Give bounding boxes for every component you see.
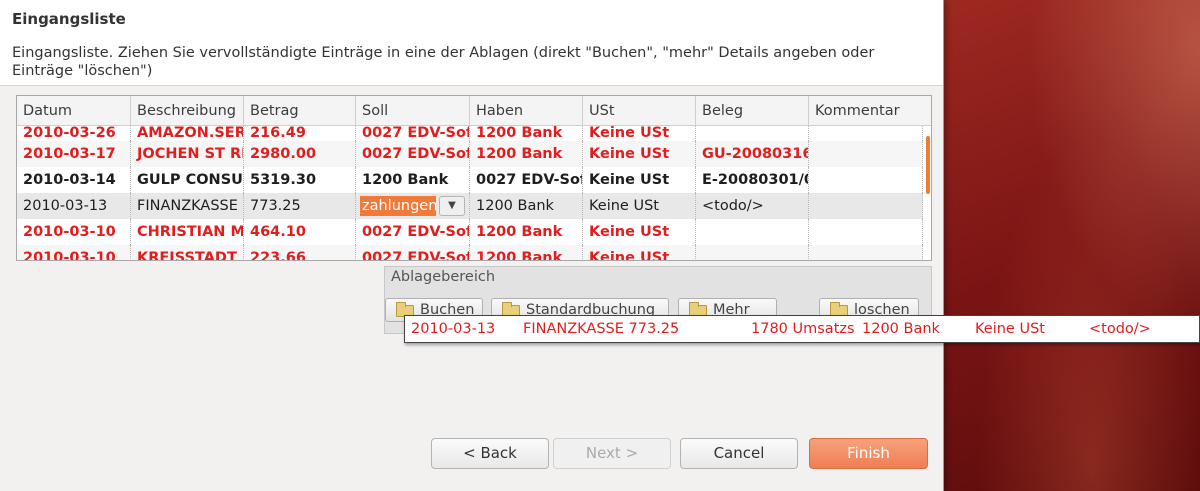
page-title: Eingangsliste	[12, 10, 126, 28]
cell-ust[interactable]: Keine USt	[583, 141, 696, 167]
cell-beleg[interactable]	[696, 126, 809, 141]
drag-beleg: <todo/>	[1089, 321, 1151, 337]
table-row[interactable]: 2010-03-10 KREISSTADT A 223.66 0027 EDV-…	[17, 245, 931, 260]
back-button[interactable]: < Back	[431, 438, 549, 469]
cell-beschreibung[interactable]: CHRISTIAN MA	[131, 219, 244, 245]
column-header-beschreibung[interactable]: Beschreibung	[131, 96, 244, 126]
wizard-dialog: Eingangsliste Eingangsliste. Ziehen Sie …	[0, 0, 944, 491]
cell-ust[interactable]: Keine USt	[583, 126, 696, 141]
cell-beschreibung[interactable]: KREISSTADT A	[131, 245, 244, 260]
cell-beleg[interactable]: GU-20080316/	[696, 141, 809, 167]
column-header-betrag[interactable]: Betrag	[244, 96, 356, 126]
cell-haben[interactable]: 0027 EDV-Sof	[470, 167, 583, 193]
cell-betrag[interactable]: 2980.00	[244, 141, 356, 167]
cell-beschreibung[interactable]: GULP CONSUL	[131, 167, 244, 193]
cell-soll-editor[interactable]: zahlungen ▼	[356, 193, 470, 219]
table-row-selected[interactable]: 2010-03-13 FINANZKASSE 773.25 zahlungen …	[17, 193, 931, 219]
cell-betrag[interactable]: 223.66	[244, 245, 356, 260]
column-header-beleg[interactable]: Beleg	[696, 96, 809, 126]
drag-datum: 2010-03-13	[411, 321, 496, 337]
cell-kommentar[interactable]	[809, 219, 923, 245]
cell-kommentar[interactable]	[809, 141, 923, 167]
chevron-down-icon[interactable]: ▼	[439, 196, 465, 216]
column-header-kommentar[interactable]: Kommentar	[809, 96, 931, 126]
drag-ust: Keine USt	[975, 321, 1045, 337]
dragged-entry[interactable]: 2010-03-13 FINANZKASSE 773.25 1780 Umsat…	[404, 315, 1200, 343]
cell-haben[interactable]: 1200 Bank	[470, 219, 583, 245]
cell-soll[interactable]: 0027 EDV-Sof	[356, 126, 470, 141]
cell-beschreibung[interactable]: JOCHEN ST RH	[131, 141, 244, 167]
column-header-soll[interactable]: Soll	[356, 96, 470, 126]
entries-table[interactable]: Datum Beschreibung Betrag Soll Haben USt…	[16, 95, 932, 261]
cell-datum[interactable]: 2010-03-13	[17, 193, 131, 219]
table-row[interactable]: 2010-03-17 JOCHEN ST RH 2980.00 0027 EDV…	[17, 141, 931, 167]
cell-beschreibung[interactable]: FINANZKASSE	[131, 193, 244, 219]
cell-haben[interactable]: 1200 Bank	[470, 141, 583, 167]
column-header-datum[interactable]: Datum	[17, 96, 131, 126]
cell-betrag[interactable]: 464.10	[244, 219, 356, 245]
table-scrollbar[interactable]	[923, 126, 931, 260]
soll-combo-input[interactable]: zahlungen	[360, 196, 436, 216]
table-row[interactable]: 2010-03-14 GULP CONSUL 5319.30 1200 Bank…	[17, 167, 931, 193]
desktop-background	[930, 0, 1200, 491]
cell-soll[interactable]: 0027 EDV-Sof	[356, 219, 470, 245]
cell-ust[interactable]: Keine USt	[583, 193, 696, 219]
cell-beschreibung[interactable]: AMAZON.SER	[131, 126, 244, 141]
ablage-title: Ablagebereich	[391, 269, 496, 285]
cell-datum[interactable]: 2010-03-14	[17, 167, 131, 193]
cell-ust[interactable]: Keine USt	[583, 245, 696, 260]
finish-button[interactable]: Finish	[809, 438, 928, 469]
column-header-haben[interactable]: Haben	[470, 96, 583, 126]
table-row[interactable]: 2010-03-26 AMAZON.SER 216.49 0027 EDV-So…	[17, 126, 931, 141]
cell-kommentar[interactable]	[809, 126, 923, 141]
cell-betrag[interactable]: 773.25	[244, 193, 356, 219]
cell-betrag[interactable]: 216.49	[244, 126, 356, 141]
cell-kommentar[interactable]	[809, 167, 923, 193]
drag-soll: 1780 Umsatzs	[751, 321, 855, 337]
cell-soll[interactable]: 1200 Bank	[356, 167, 470, 193]
cancel-button[interactable]: Cancel	[680, 438, 798, 469]
drag-haben: 1200 Bank	[862, 321, 940, 337]
cell-soll[interactable]: 0027 EDV-Sof	[356, 245, 470, 260]
cell-datum[interactable]: 2010-03-17	[17, 141, 131, 167]
table-body: 2010-03-26 AMAZON.SER 216.49 0027 EDV-So…	[17, 126, 931, 260]
cell-ust[interactable]: Keine USt	[583, 219, 696, 245]
cell-datum[interactable]: 2010-03-10	[17, 219, 131, 245]
cell-beleg[interactable]: E-20080301/0	[696, 167, 809, 193]
page-description: Eingangsliste. Ziehen Sie vervollständig…	[12, 45, 875, 79]
cell-beleg[interactable]	[696, 219, 809, 245]
column-header-ust[interactable]: USt	[583, 96, 696, 126]
table-header: Datum Beschreibung Betrag Soll Haben USt…	[17, 96, 931, 126]
table-row[interactable]: 2010-03-10 CHRISTIAN MA 464.10 0027 EDV-…	[17, 219, 931, 245]
cell-haben[interactable]: 1200 Bank	[470, 126, 583, 141]
next-button[interactable]: Next >	[553, 438, 671, 469]
cell-betrag[interactable]: 5319.30	[244, 167, 356, 193]
cell-datum[interactable]: 2010-03-26	[17, 126, 131, 141]
cell-ust[interactable]: Keine USt	[583, 167, 696, 193]
cell-kommentar[interactable]	[809, 245, 923, 260]
cell-haben[interactable]: 1200 Bank	[470, 245, 583, 260]
drag-beschreibung-betrag: FINANZKASSE 773.25	[523, 321, 680, 337]
cell-beleg[interactable]	[696, 245, 809, 260]
cell-datum[interactable]: 2010-03-10	[17, 245, 131, 260]
cell-kommentar[interactable]	[809, 193, 923, 219]
cell-beleg[interactable]: <todo/>	[696, 193, 809, 219]
scrollbar-thumb[interactable]	[926, 136, 930, 194]
cell-soll[interactable]: 0027 EDV-Sof	[356, 141, 470, 167]
cell-haben[interactable]: 1200 Bank	[470, 193, 583, 219]
